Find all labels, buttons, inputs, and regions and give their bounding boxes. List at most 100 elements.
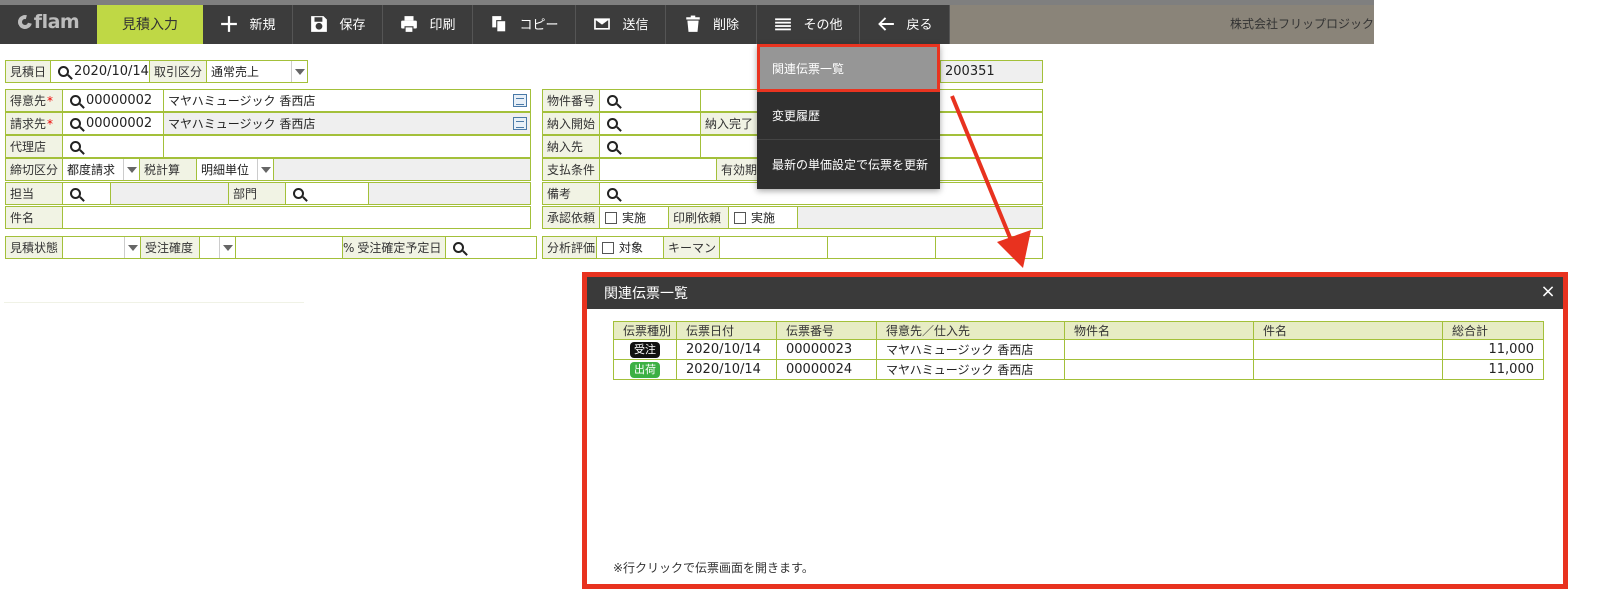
more-button[interactable]: その他 (757, 0, 860, 44)
delivery-end-label: 納入完了 (700, 112, 758, 135)
customer-code: 00000002 (86, 93, 153, 108)
subject-field[interactable] (62, 206, 531, 229)
print-request-checkbox[interactable]: 実施 (728, 206, 798, 229)
menu-item-related-slips[interactable]: 関連伝票一覧 (757, 44, 940, 92)
keyman-field-2[interactable] (827, 236, 936, 259)
search-icon[interactable] (70, 118, 81, 129)
search-icon[interactable] (70, 95, 81, 106)
slip-type-badge: 出荷 (630, 361, 660, 378)
print-button[interactable]: 印刷 (383, 0, 473, 44)
remarks-label-text: 備考 (547, 187, 572, 201)
search-icon[interactable] (607, 118, 618, 129)
calendar-icon[interactable] (513, 117, 527, 130)
send-button[interactable]: 送信 (576, 0, 666, 44)
search-icon[interactable] (607, 141, 618, 152)
customer-name: マヤハミュージック 香西店 (168, 94, 316, 108)
checkbox-icon[interactable] (605, 211, 617, 224)
menu-item-change-history[interactable]: 変更履歴 (757, 92, 940, 140)
close-icon[interactable]: × (1539, 283, 1557, 301)
slip-type-cell: 受注 (613, 339, 677, 360)
txn-type-select[interactable]: 通常売上 (206, 60, 308, 83)
order-date-field[interactable] (445, 236, 537, 259)
chevron-down-icon[interactable] (219, 237, 235, 258)
more-menu: 関連伝票一覧 変更履歴 最新の単価設定で伝票を更新 (757, 44, 940, 189)
quote-state-select[interactable] (62, 236, 141, 259)
delivery-to-label: 納入先 (542, 135, 600, 158)
partner-cell: マヤハミュージック 香西店 (876, 359, 1065, 380)
copy-icon (489, 14, 509, 34)
slip-type-cell: 出荷 (613, 359, 677, 380)
delete-button[interactable]: 削除 (666, 0, 757, 44)
approval-label-text: 承認依頼 (547, 211, 596, 225)
dept-code-field[interactable] (285, 182, 369, 205)
dept-label-text: 部門 (233, 187, 258, 201)
payment-field[interactable] (599, 158, 717, 181)
keyman-field-1[interactable] (719, 236, 828, 259)
back-button[interactable]: 戻る (860, 0, 950, 44)
arrow-left-icon (876, 14, 896, 34)
keyman-label: キーマン (663, 236, 720, 259)
menu-item-label: 関連伝票一覧 (772, 61, 845, 76)
chevron-down-icon[interactable] (291, 61, 307, 82)
search-icon[interactable] (453, 242, 464, 253)
search-icon[interactable] (58, 66, 69, 77)
col-header-total: 総合計 (1442, 321, 1544, 340)
search-icon[interactable] (70, 188, 81, 199)
copy-button[interactable]: コピー (473, 0, 576, 44)
agent-code-field[interactable] (62, 135, 164, 158)
app-logo[interactable]: flam (0, 0, 97, 44)
billing-code-field[interactable]: 00000002 (62, 112, 164, 135)
customer-code-field[interactable]: 00000002 (62, 89, 164, 112)
divider (4, 302, 304, 303)
property-code-field[interactable] (599, 89, 701, 112)
chevron-down-icon[interactable] (257, 159, 273, 180)
chevron-down-icon[interactable] (123, 159, 139, 180)
billing-name: マヤハミュージック 香西店 (168, 117, 316, 131)
delivery-to-code-field[interactable] (599, 135, 701, 158)
customer-name-field[interactable]: マヤハミュージック 香西店 (163, 89, 531, 112)
checkbox-icon[interactable] (602, 241, 614, 254)
search-icon[interactable] (293, 188, 304, 199)
staff-label-text: 担当 (10, 187, 35, 201)
quote-date-value: 2020/10/14 (74, 64, 149, 79)
print-request-check-label: 実施 (751, 211, 776, 225)
tax-select[interactable]: 明細単位 (196, 158, 274, 181)
checkbox-icon[interactable] (734, 211, 746, 224)
search-icon[interactable] (607, 188, 618, 199)
table-row[interactable]: 受注 2020/10/14 00000023 マヤハミュージック 香西店 11,… (613, 339, 1544, 360)
tab-quote-entry[interactable]: 見積入力 (97, 0, 203, 44)
approval-checkbox[interactable]: 実施 (599, 206, 669, 229)
analysis-checkbox[interactable]: 対象 (596, 236, 664, 259)
staff-code-field[interactable] (62, 182, 111, 205)
agent-name-field[interactable] (163, 135, 531, 158)
annotation-arrow-shaft (950, 95, 1013, 241)
calendar-icon[interactable] (513, 94, 527, 107)
search-icon[interactable] (607, 95, 618, 106)
delivery-start-field[interactable] (599, 112, 701, 135)
dialog-title: 関連伝票一覧 (604, 286, 688, 302)
envelope-icon (592, 14, 612, 34)
chevron-down-icon[interactable] (124, 237, 140, 258)
table-row[interactable]: 出荷 2020/10/14 00000024 マヤハミュージック 香西店 11,… (613, 359, 1544, 380)
closing-extra-field (273, 158, 531, 181)
billing-name-field[interactable]: マヤハミュージック 香西店 (163, 112, 531, 135)
new-button[interactable]: 新規 (203, 0, 293, 44)
closing-select[interactable]: 都度請求 (62, 158, 140, 181)
menu-item-update-prices[interactable]: 最新の単価設定で伝票を更新 (757, 140, 940, 188)
order-date-label: % 受注確定予定日 (342, 236, 446, 259)
doc-number-field: 200351 (940, 60, 1043, 83)
quote-date-label: 見積日 (5, 60, 51, 83)
remarks-label: 備考 (542, 182, 600, 205)
doc-number-value: 200351 (945, 64, 995, 79)
tax-label-text: 税計算 (144, 163, 181, 177)
billing-label: 請求先 * (5, 112, 63, 135)
copy-button-label: コピー (519, 18, 559, 33)
order-prob-select[interactable] (199, 236, 236, 259)
search-icon[interactable] (70, 141, 81, 152)
save-button[interactable]: 保存 (293, 0, 383, 44)
quote-date-field[interactable]: 2020/10/14 (50, 60, 150, 83)
dept-name-field (368, 182, 531, 205)
analysis-label-text: 分析評価 (547, 241, 596, 255)
col-header-property: 物件名 (1064, 321, 1254, 340)
order-prob-value-field[interactable] (235, 236, 343, 259)
